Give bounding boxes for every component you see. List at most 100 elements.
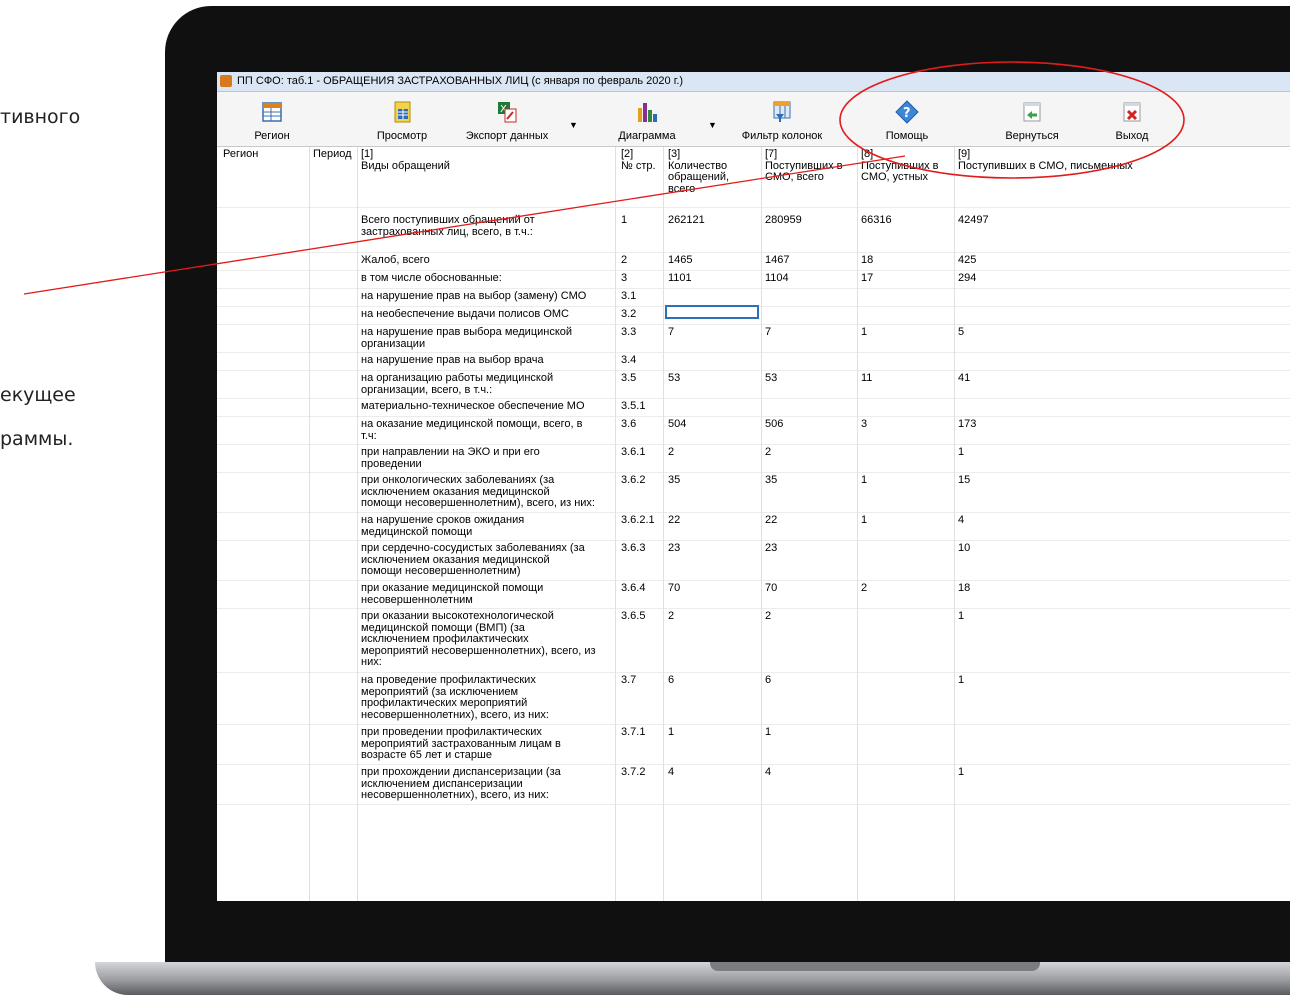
table-row[interactable]: на нарушение прав на выбор врача 3.4 (217, 353, 1290, 371)
help-button[interactable]: ? Помощь (872, 96, 942, 144)
row-label[interactable]: Жалоб, всего (361, 254, 430, 267)
row-label[interactable]: на оказание медицинской помощи, всего, в… (361, 418, 583, 442)
cell-c3[interactable]: 7 (668, 326, 674, 339)
row-label[interactable]: на организацию работы медицинской органи… (361, 372, 553, 396)
header-c3[interactable]: [3] Количество обращений, всего (668, 148, 729, 195)
row-number[interactable]: 3.2 (621, 308, 636, 321)
view-button[interactable]: Просмотр (367, 96, 437, 144)
cell-c7[interactable]: 1 (765, 726, 771, 739)
table-row[interactable]: при проведении профилактических мероприя… (217, 725, 1290, 765)
row-number[interactable]: 3.7.1 (621, 726, 645, 739)
cell-c9[interactable]: 1 (958, 674, 964, 687)
row-label[interactable]: при направлении на ЭКО и при его проведе… (361, 446, 540, 470)
table-row[interactable]: при сердечно-сосудистых заболеваниях (за… (217, 541, 1290, 581)
cell-c3[interactable]: 262121 (668, 214, 705, 227)
row-label[interactable]: на нарушение сроков ожидания медицинской… (361, 514, 524, 538)
row-label[interactable]: Всего поступивших обращений от застрахов… (361, 214, 535, 238)
cell-c9[interactable]: 41 (958, 372, 970, 385)
cell-c8[interactable]: 17 (861, 272, 873, 285)
region-button[interactable]: Регион (237, 96, 307, 144)
header-period[interactable]: Период (313, 148, 352, 161)
row-label[interactable]: при онкологических заболеваниях (за искл… (361, 474, 595, 510)
row-label[interactable]: на нарушение прав на выбор (замену) СМО (361, 290, 586, 303)
cell-c7[interactable]: 70 (765, 582, 777, 595)
cell-c9[interactable]: 18 (958, 582, 970, 595)
cell-c9[interactable]: 15 (958, 474, 970, 487)
row-number[interactable]: 3.4 (621, 354, 636, 367)
cell-c8[interactable]: 3 (861, 418, 867, 431)
cell-c9[interactable]: 173 (958, 418, 976, 431)
cell-c3[interactable]: 2 (668, 446, 674, 459)
row-label[interactable]: на необеспечение выдачи полисов ОМС (361, 308, 569, 321)
cell-c7[interactable]: 23 (765, 542, 777, 555)
selected-cell[interactable] (665, 305, 759, 319)
table-row[interactable]: в том числе обоснованные: 3 1101 1104 17 294 (217, 271, 1290, 289)
table-row[interactable]: на нарушение прав выбора медицинской орг… (217, 325, 1290, 353)
cell-c3[interactable]: 53 (668, 372, 680, 385)
cell-c3[interactable]: 1465 (668, 254, 692, 267)
table-row[interactable]: на нарушение сроков ожидания медицинской… (217, 513, 1290, 541)
row-number[interactable]: 3.6.5 (621, 610, 645, 623)
row-number[interactable]: 3.6.2 (621, 474, 645, 487)
row-number[interactable]: 1 (621, 214, 627, 227)
row-label[interactable]: при сердечно-сосудистых заболеваниях (за… (361, 542, 585, 578)
back-button[interactable]: Вернуться (997, 96, 1067, 144)
cell-c3[interactable]: 1 (668, 726, 674, 739)
cell-c9[interactable]: 42497 (958, 214, 989, 227)
row-number[interactable]: 3.7.2 (621, 766, 645, 779)
cell-c3[interactable]: 2 (668, 610, 674, 623)
cell-c8[interactable]: 11 (861, 372, 872, 385)
cell-c7[interactable]: 22 (765, 514, 777, 527)
cell-c9[interactable]: 10 (958, 542, 970, 555)
cell-c3[interactable]: 23 (668, 542, 680, 555)
cell-c3[interactable]: 35 (668, 474, 680, 487)
row-label[interactable]: на нарушение прав выбора медицинской орг… (361, 326, 572, 350)
row-number[interactable]: 3.1 (621, 290, 636, 303)
table-row[interactable]: при онкологических заболеваниях (за искл… (217, 473, 1290, 513)
cell-c3[interactable]: 70 (668, 582, 680, 595)
cell-c3[interactable]: 1101 (668, 272, 692, 285)
row-number[interactable]: 3.5.1 (621, 400, 645, 413)
header-c9[interactable]: [9] Поступивших в СМО, письменных (958, 148, 1133, 172)
table-row[interactable]: при оказании высокотехнологической медиц… (217, 609, 1290, 673)
cell-c8[interactable]: 1 (861, 474, 867, 487)
cell-c9[interactable]: 1 (958, 610, 964, 623)
cell-c3[interactable]: 22 (668, 514, 680, 527)
row-label[interactable]: при прохождении диспансеризации (за искл… (361, 766, 561, 802)
table-row[interactable]: при направлении на ЭКО и при его проведе… (217, 445, 1290, 473)
cell-c8[interactable]: 2 (861, 582, 867, 595)
export-data-button[interactable]: X Экспорт данных (457, 96, 557, 144)
table-row[interactable]: на проведение профилактических мероприят… (217, 673, 1290, 725)
cell-c9[interactable]: 4 (958, 514, 964, 527)
row-number[interactable]: 3.6.1 (621, 446, 645, 459)
export-dropdown-arrow[interactable]: ▼ (569, 120, 578, 130)
cell-c7[interactable]: 7 (765, 326, 771, 339)
table-row[interactable]: Жалоб, всего 2 1465 1467 18 425 (217, 253, 1290, 271)
table-row[interactable]: при прохождении диспансеризации (за искл… (217, 765, 1290, 805)
chart-button[interactable]: Диаграмма (607, 96, 687, 144)
header-c1[interactable]: [1] Виды обращений (361, 148, 450, 172)
header-region[interactable]: Регион (223, 148, 258, 161)
header-c8[interactable]: [8] Поступивших в СМО, устных (861, 148, 939, 184)
cell-c8[interactable]: 1 (861, 326, 867, 339)
exit-button[interactable]: Выход (1102, 96, 1162, 144)
cell-c7[interactable]: 35 (765, 474, 777, 487)
table-row[interactable]: на оказание медицинской помощи, всего, в… (217, 417, 1290, 445)
column-filter-button[interactable]: Фильтр колонок (737, 96, 827, 144)
row-number[interactable]: 3.6.3 (621, 542, 645, 555)
cell-c9[interactable]: 294 (958, 272, 976, 285)
cell-c3[interactable]: 4 (668, 766, 674, 779)
row-label[interactable]: материально-техническое обеспечение МО (361, 400, 585, 413)
cell-c7[interactable]: 506 (765, 418, 783, 431)
table-row[interactable]: на организацию работы медицинской органи… (217, 371, 1290, 399)
cell-c7[interactable]: 1104 (765, 272, 789, 285)
cell-c9[interactable]: 1 (958, 446, 964, 459)
cell-c7[interactable]: 2 (765, 446, 771, 459)
cell-c7[interactable]: 6 (765, 674, 771, 687)
row-number[interactable]: 3.6.2.1 (621, 514, 655, 527)
cell-c8[interactable]: 1 (861, 514, 867, 527)
cell-c9[interactable]: 1 (958, 766, 964, 779)
chart-dropdown-arrow[interactable]: ▼ (708, 120, 717, 130)
header-c2[interactable]: [2] № стр. (621, 148, 656, 172)
row-number[interactable]: 3.3 (621, 326, 636, 339)
